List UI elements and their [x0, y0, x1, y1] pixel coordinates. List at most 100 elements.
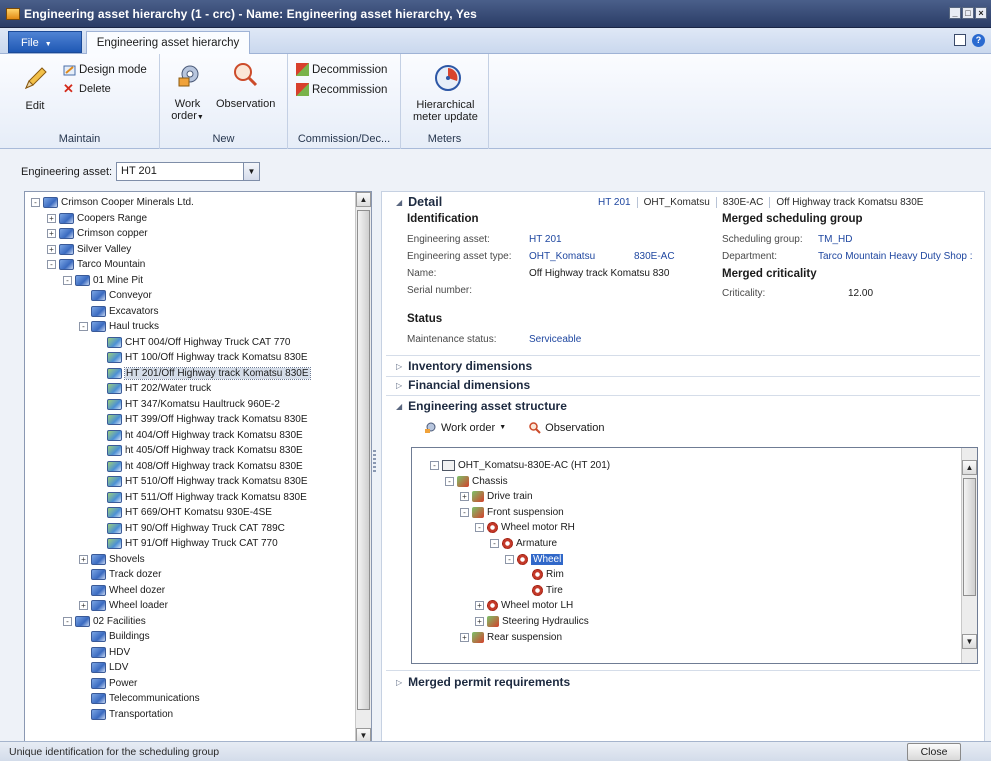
- recommission-button[interactable]: Recommission: [296, 83, 387, 96]
- department-value[interactable]: Tarco Mountain Heavy Duty Shop :: [818, 251, 973, 262]
- tree-node[interactable]: - Tarco Mountain: [47, 257, 145, 272]
- tree-node[interactable]: HT 91/Off Highway Truck CAT 770: [95, 536, 278, 551]
- scroll-thumb[interactable]: [963, 478, 976, 596]
- expand-icon[interactable]: +: [79, 601, 88, 610]
- tree-node[interactable]: HT 511/Off Highway track Komatsu 830E: [95, 490, 307, 505]
- tree-node[interactable]: HT 100/Off Highway track Komatsu 830E: [95, 350, 308, 365]
- tree-node[interactable]: Excavators: [79, 304, 158, 319]
- fasttab-merged-permit-requirements[interactable]: ▷ Merged permit requirements: [396, 675, 570, 689]
- file-tab[interactable]: File ▼: [8, 31, 82, 53]
- tree-node[interactable]: ht 405/Off Highway track Komatsu 830E: [95, 443, 303, 458]
- structure-node[interactable]: + Wheel motor LH: [475, 598, 573, 613]
- asset-type-value[interactable]: OHT_Komatsu: [529, 251, 595, 262]
- structure-node[interactable]: + Rear suspension: [460, 630, 562, 645]
- collapse-icon[interactable]: -: [475, 523, 484, 533]
- tree-node[interactable]: + Coopers Range: [47, 211, 147, 226]
- collapse-icon[interactable]: -: [79, 322, 88, 331]
- tree-node[interactable]: ht 404/Off Highway track Komatsu 830E: [95, 428, 303, 443]
- tree-node[interactable]: - Haul trucks: [79, 319, 159, 334]
- tree-node[interactable]: ht 408/Off Highway track Komatsu 830E: [95, 459, 303, 474]
- structure-node[interactable]: - Wheel motor RH: [475, 520, 575, 535]
- tree-node[interactable]: HT 669/OHT Komatsu 930E-4SE: [95, 505, 272, 520]
- structure-scrollbar[interactable]: ▲ ▼: [961, 448, 977, 663]
- expand-icon[interactable]: +: [475, 617, 484, 626]
- tree-node[interactable]: + Crimson copper: [47, 226, 148, 241]
- collapse-icon[interactable]: -: [47, 260, 56, 269]
- collapse-icon[interactable]: -: [430, 461, 439, 470]
- minimize-button[interactable]: _: [949, 7, 961, 19]
- tree-node[interactable]: + Wheel loader: [79, 598, 168, 613]
- scroll-thumb[interactable]: [357, 210, 370, 710]
- close-window-button[interactable]: ×: [975, 7, 987, 19]
- engineering-asset-combobox[interactable]: HT 201 ▼: [116, 162, 260, 181]
- panel-splitter[interactable]: [373, 450, 376, 472]
- tree-node[interactable]: Power: [79, 676, 137, 691]
- expand-icon[interactable]: +: [47, 213, 56, 223]
- window-layout-icon[interactable]: [954, 34, 966, 46]
- tree-node[interactable]: - 02 Facilities: [63, 614, 146, 629]
- structure-node[interactable]: - Front suspension: [460, 505, 564, 520]
- fasttab-inventory-dimensions[interactable]: ▷ Inventory dimensions: [396, 359, 532, 373]
- structure-node[interactable]: - Chassis: [445, 474, 508, 489]
- tree-node[interactable]: - 01 Mine Pit: [63, 273, 143, 288]
- dropdown-arrow-icon[interactable]: ▼: [243, 163, 259, 180]
- hierarchical-meter-update-button[interactable]: Hierarchical meter update: [413, 63, 478, 123]
- collapse-icon[interactable]: -: [63, 616, 72, 626]
- tree-node[interactable]: Telecommunications: [79, 691, 200, 706]
- structure-node[interactable]: Rim: [520, 567, 564, 582]
- asset-field-value[interactable]: HT 201: [529, 234, 562, 245]
- fasttab-engineering-asset-structure[interactable]: ◢ Engineering asset structure: [396, 399, 567, 413]
- structure-observation-button[interactable]: Observation: [528, 421, 604, 434]
- structure-node[interactable]: - Armature: [490, 536, 557, 551]
- expand-icon[interactable]: +: [460, 492, 469, 502]
- tree-node[interactable]: LDV: [79, 660, 128, 675]
- scroll-down-icon[interactable]: ▼: [962, 634, 977, 649]
- tree-node[interactable]: HDV: [79, 645, 130, 660]
- asset-structure-tree[interactable]: - OHT_Komatsu-830E-AC (HT 201) - Chassis + Dr…: [411, 447, 978, 664]
- expand-icon[interactable]: +: [47, 229, 56, 238]
- expand-icon[interactable]: +: [47, 244, 56, 254]
- structure-node[interactable]: + Drive train: [460, 489, 533, 504]
- edit-button[interactable]: Edit: [20, 64, 50, 112]
- asset-hierarchy-tree[interactable]: - Crimson Cooper Minerals Ltd. + Coopers Ra…: [24, 191, 372, 744]
- expand-icon[interactable]: +: [475, 601, 484, 611]
- tree-node[interactable]: + Silver Valley: [47, 242, 131, 257]
- collapse-icon[interactable]: -: [505, 554, 514, 564]
- tree-node[interactable]: - Crimson Cooper Minerals Ltd.: [31, 195, 194, 210]
- tree-node[interactable]: Track dozer: [79, 567, 161, 582]
- collapse-icon[interactable]: -: [63, 275, 72, 285]
- structure-node[interactable]: - Wheel: [505, 552, 564, 567]
- tree-node[interactable]: HT 510/Off Highway track Komatsu 830E: [95, 474, 308, 489]
- observation-button[interactable]: Observation: [216, 60, 275, 110]
- fasttab-detail[interactable]: ◢ Detail: [396, 195, 442, 209]
- tree-node[interactable]: Buildings: [79, 629, 150, 644]
- tree-node[interactable]: HT 201/Off Highway track Komatsu 830E: [95, 366, 311, 381]
- work-order-button[interactable]: Work order▼: [170, 60, 205, 122]
- tree-scrollbar[interactable]: ▲ ▼: [355, 192, 371, 743]
- expand-icon[interactable]: +: [79, 554, 88, 564]
- fasttab-financial-dimensions[interactable]: ▷ Financial dimensions: [396, 378, 530, 392]
- collapse-icon[interactable]: -: [460, 507, 469, 517]
- tree-node[interactable]: CHT 004/Off Highway Truck CAT 770: [95, 335, 290, 350]
- tree-node[interactable]: HT 399/Off Highway track Komatsu 830E: [95, 412, 308, 427]
- maintenance-status-value[interactable]: Serviceable: [529, 334, 581, 345]
- structure-node[interactable]: + Steering Hydraulics: [475, 614, 589, 629]
- structure-work-order-button[interactable]: Work order ▼: [424, 421, 506, 434]
- collapse-icon[interactable]: -: [490, 539, 499, 548]
- structure-node[interactable]: - OHT_Komatsu-830E-AC (HT 201): [430, 458, 610, 473]
- delete-button[interactable]: ✕ Delete: [63, 82, 111, 95]
- collapse-icon[interactable]: -: [31, 198, 40, 207]
- tree-node[interactable]: Wheel dozer: [79, 583, 165, 598]
- asset-type-model[interactable]: 830E-AC: [634, 251, 675, 262]
- scroll-up-icon[interactable]: ▲: [962, 460, 977, 475]
- tree-node[interactable]: Conveyor: [79, 288, 152, 303]
- tree-node[interactable]: HT 90/Off Highway Truck CAT 789C: [95, 521, 285, 536]
- collapse-icon[interactable]: -: [445, 476, 454, 486]
- tab-engineering-asset-hierarchy[interactable]: Engineering asset hierarchy: [86, 31, 250, 55]
- maximize-button[interactable]: □: [962, 7, 974, 19]
- expand-icon[interactable]: +: [460, 632, 469, 642]
- structure-node[interactable]: Tire: [520, 583, 563, 598]
- scheduling-group-value[interactable]: TM_HD: [818, 234, 852, 245]
- tree-node[interactable]: Transportation: [79, 707, 173, 722]
- tree-node[interactable]: + Shovels: [79, 552, 145, 567]
